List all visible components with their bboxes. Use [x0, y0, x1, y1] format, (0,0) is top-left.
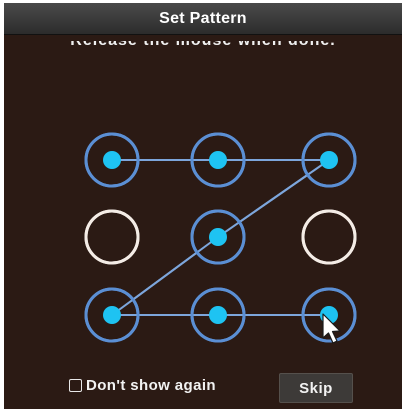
- dont-show-again-label[interactable]: Don't show again: [86, 377, 216, 394]
- pattern-nodes: [84, 132, 357, 343]
- set-pattern-dialog: Set Pattern Release the mouse when done.…: [4, 3, 402, 409]
- pattern-node-dot: [103, 151, 121, 169]
- pattern-node-dot: [103, 306, 121, 324]
- pattern-node-dot: [209, 151, 227, 169]
- pattern-node-dot: [209, 306, 227, 324]
- dont-show-again-checkbox[interactable]: [69, 379, 82, 392]
- skip-button[interactable]: Skip: [279, 373, 353, 403]
- dialog-footer: Don't show again Skip: [4, 369, 402, 409]
- pattern-node-dot: [209, 228, 227, 246]
- dont-show-again-option[interactable]: Don't show again: [69, 377, 216, 394]
- pattern-node-dot: [320, 151, 338, 169]
- pattern-grid[interactable]: [4, 3, 402, 369]
